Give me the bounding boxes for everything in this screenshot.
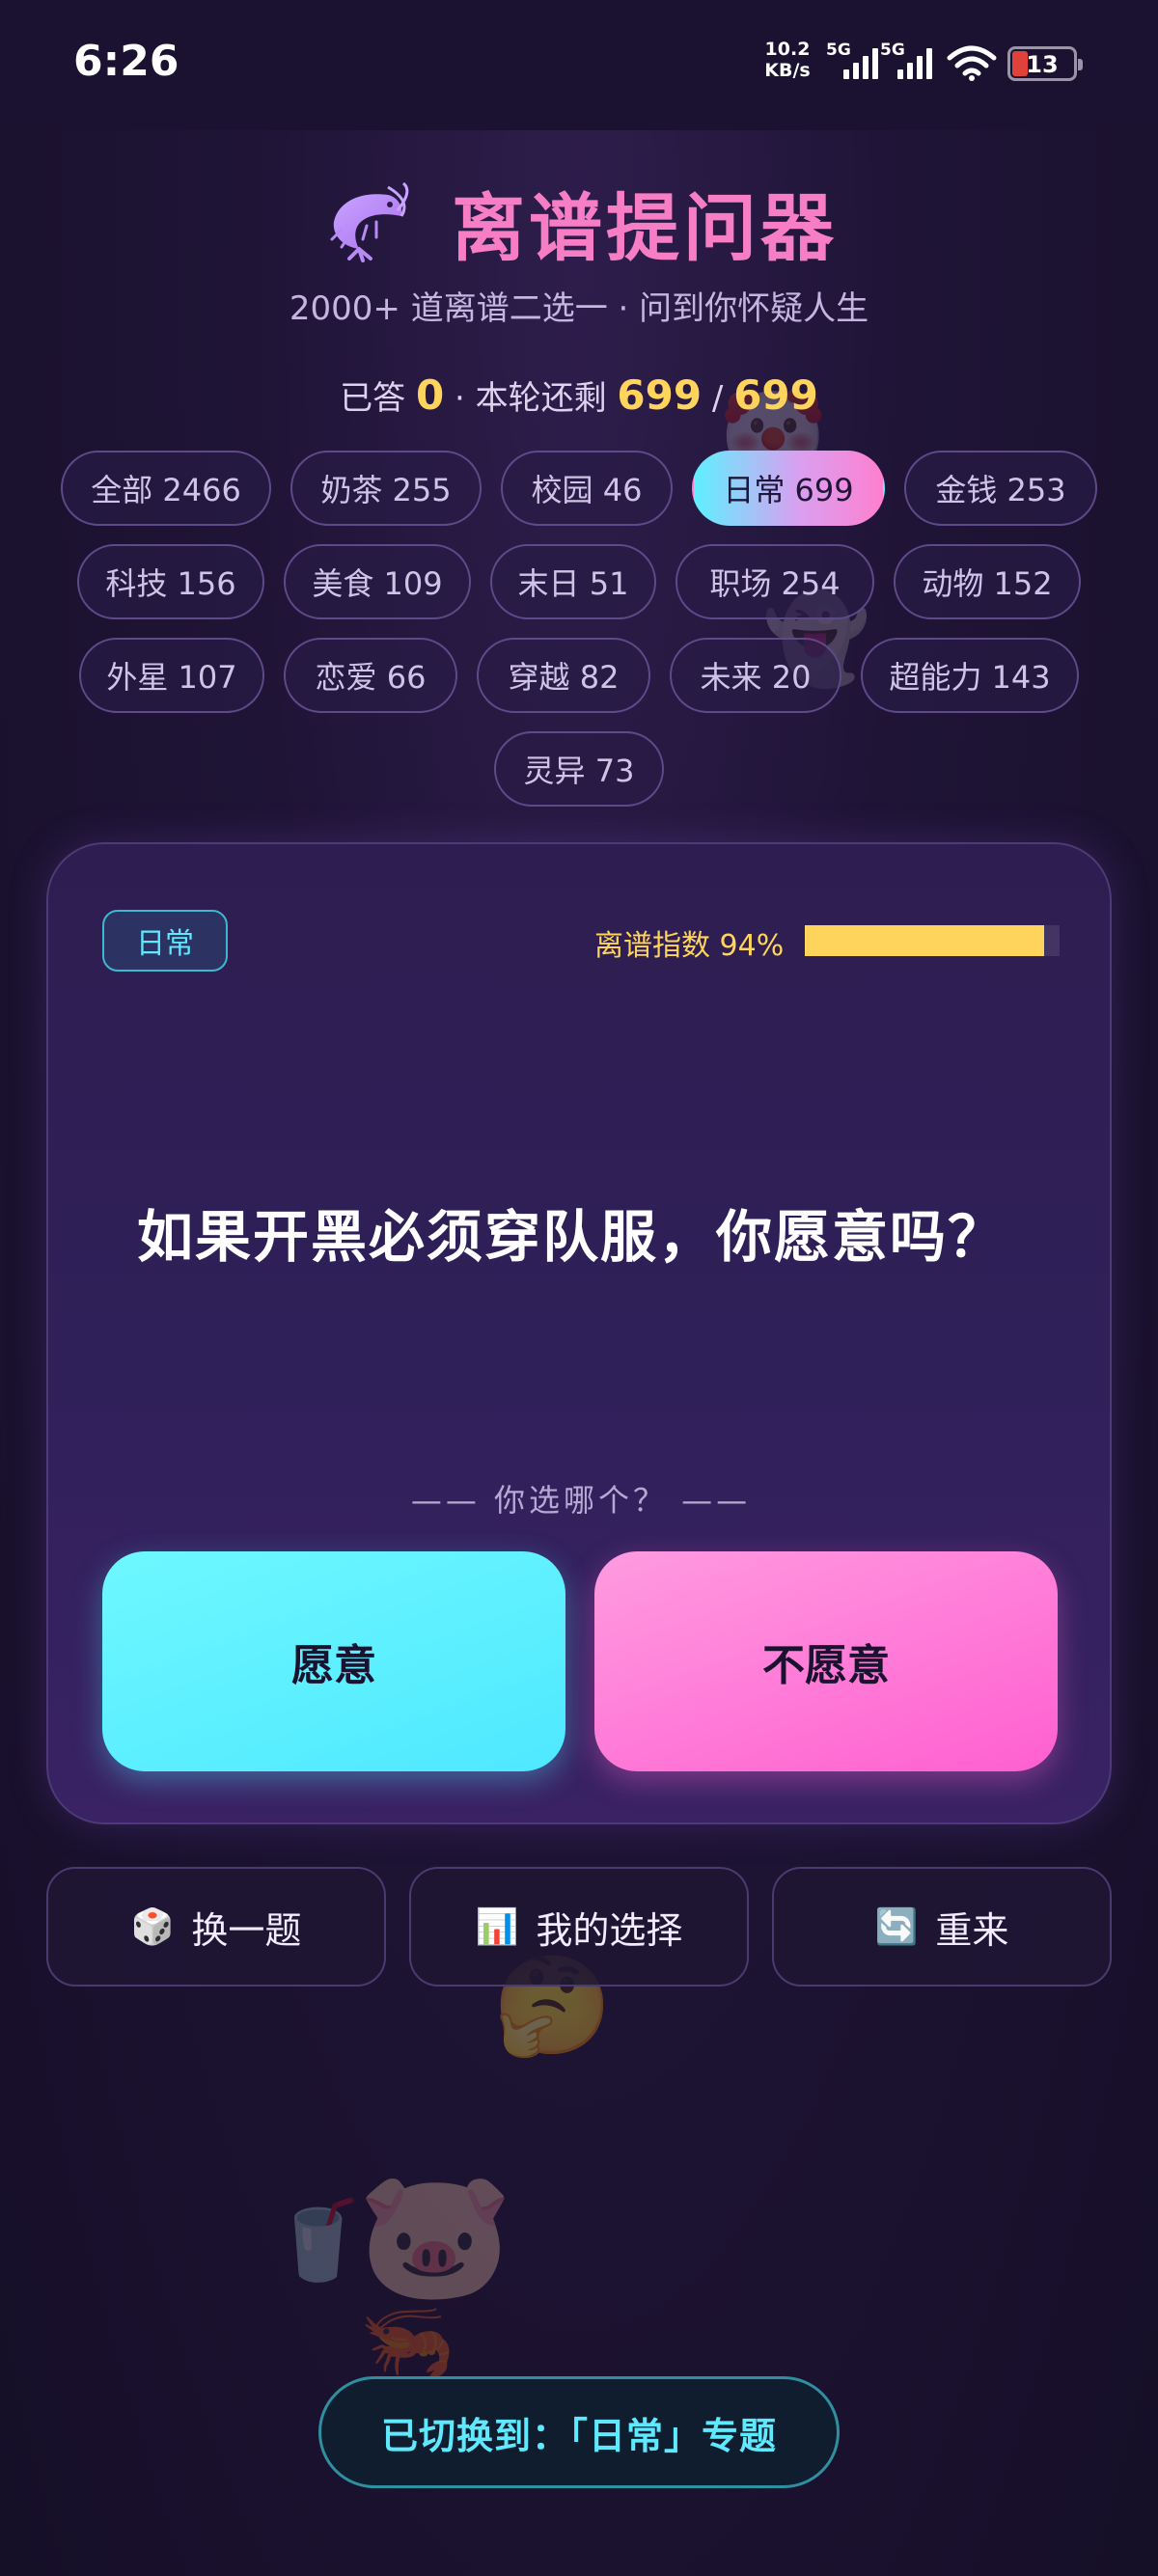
card-category-badge: 日常	[102, 910, 228, 972]
battery-level: 13	[1026, 51, 1059, 78]
category-chip[interactable]: 科技 156	[77, 544, 264, 619]
bar-chart-icon: 📊	[475, 1907, 519, 1947]
cup-deco-icon: 🥤	[270, 2195, 367, 2285]
total-count: 699	[733, 371, 818, 419]
category-row-2: 科技 156 美食 109 末日 51 职场 254 动物 152	[0, 544, 1158, 619]
wifi-icon	[947, 45, 997, 81]
category-chip[interactable]: 外星 107	[79, 638, 264, 713]
app-subtitle: 2000+ 道离谱二选一 · 问到你怀疑人生	[289, 289, 869, 328]
my-choices-label: 我的选择	[536, 1908, 683, 1952]
choice-prompt: —— 你选哪个？ ——	[410, 1482, 752, 1519]
category-chip[interactable]: 穿越 82	[477, 638, 650, 713]
next-question-button[interactable]: 🎲 换一题	[46, 1867, 386, 1987]
category-chip[interactable]: 超能力 143	[861, 638, 1079, 713]
counter-slash: /	[711, 379, 724, 418]
category-chip[interactable]: 恋爱 66	[284, 638, 457, 713]
network-speed: 10.2 KB/s	[758, 39, 816, 81]
counter-separator: ·	[454, 379, 465, 418]
category-row-3: 外星 107 恋爱 66 穿越 82 未来 20 超能力 143	[0, 638, 1158, 713]
my-choices-button[interactable]: 📊 我的选择	[409, 1867, 749, 1987]
network-speed-unit: KB/s	[764, 60, 811, 81]
restart-label: 重来	[935, 1908, 1009, 1952]
option-b-button[interactable]: 不愿意	[594, 1551, 1058, 1771]
pig-deco-icon: 🐷	[357, 2161, 513, 2308]
answered-label: 已答	[340, 379, 406, 418]
signal-sim2-icon: 5G	[880, 41, 932, 81]
signal-sim1-icon: 5G	[826, 41, 878, 81]
refresh-icon: 🔄	[874, 1907, 919, 1947]
status-time: 6:26	[73, 37, 179, 86]
category-chip[interactable]: 全部 2466	[61, 451, 271, 526]
dice-icon: 🎲	[130, 1907, 175, 1947]
answered-count: 0	[415, 371, 445, 419]
restart-button[interactable]: 🔄 重来	[772, 1867, 1112, 1987]
switch-toast: 已切换到：「日常」专题	[318, 2376, 840, 2488]
absurdity-label: 离谱指数 94%	[594, 929, 785, 963]
category-chip[interactable]: 动物 152	[894, 544, 1081, 619]
category-row-1: 全部 2466 奶茶 255 校园 46 日常 699 金钱 253	[0, 451, 1158, 526]
category-chip[interactable]: 灵异 73	[494, 731, 664, 807]
absurdity-bar	[805, 925, 1060, 956]
category-chip[interactable]: 美食 109	[284, 544, 471, 619]
question-card: 日常 离谱指数 94% 如果开黑必须穿队服，你愿意吗？ —— 你选哪个？ —— …	[46, 842, 1112, 1824]
shrimp-icon	[330, 181, 409, 262]
absurdity-bar-fill	[805, 925, 1045, 956]
option-a-button[interactable]: 愿意	[102, 1551, 565, 1771]
category-chip[interactable]: 奶茶 255	[290, 451, 482, 526]
battery-icon: 13	[1007, 46, 1083, 81]
remaining-count: 699	[617, 371, 703, 419]
app-title: 离谱提问器	[452, 185, 838, 271]
status-bar: 6:26 10.2 KB/s 5G 5G 13	[0, 0, 1158, 130]
next-question-label: 换一题	[191, 1908, 302, 1952]
progress-counter: 已答 0 · 本轮还剩 699 / 699	[0, 371, 1158, 419]
question-text: 如果开黑必须穿队服，你愿意吗？	[137, 1204, 1006, 1270]
category-row-4: 灵异 73	[0, 731, 1158, 807]
category-chip[interactable]: 职场 254	[676, 544, 874, 619]
category-chip-active[interactable]: 日常 699	[692, 451, 885, 526]
title-row: 离谱提问器	[0, 174, 1158, 271]
category-chip[interactable]: 末日 51	[490, 544, 656, 619]
category-chip[interactable]: 校园 46	[501, 451, 673, 526]
remaining-label: 本轮还剩	[475, 379, 607, 418]
network-speed-value: 10.2	[764, 39, 811, 60]
shrimp-deco-icon: 🦐	[359, 2296, 455, 2386]
category-chip[interactable]: 未来 20	[670, 638, 841, 713]
category-chip[interactable]: 金钱 253	[904, 451, 1097, 526]
